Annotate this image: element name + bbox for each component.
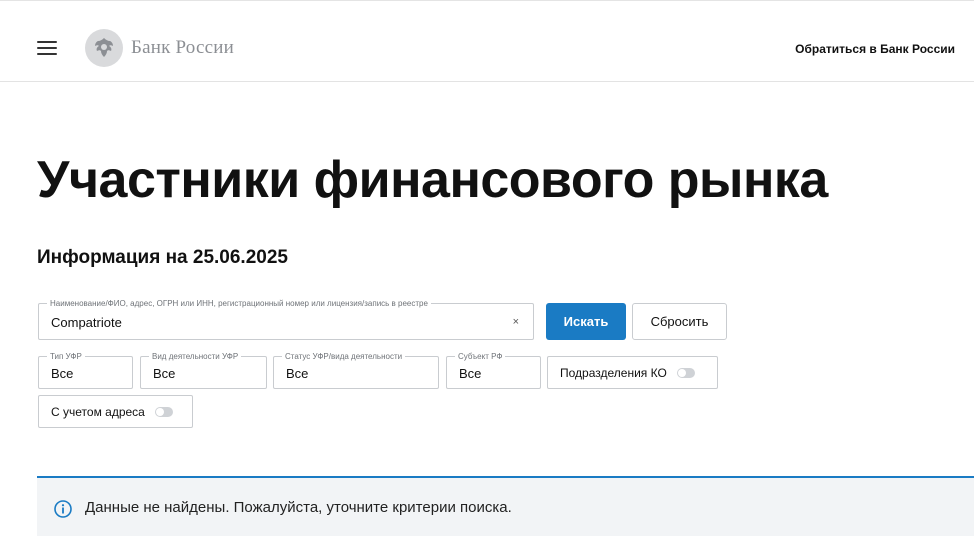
clear-icon[interactable]: × bbox=[513, 316, 519, 328]
page: Банк России Обратиться в Банк России Уча… bbox=[0, 0, 974, 543]
filter-ufr-type[interactable]: Тип УФР Все bbox=[38, 351, 133, 389]
search-input[interactable]: Наименование/ФИО, адрес, ОГРН или ИНН, р… bbox=[38, 298, 534, 340]
info-date-heading: Информация на 25.06.2025 bbox=[37, 247, 288, 268]
toggle-switch[interactable] bbox=[154, 406, 173, 417]
search-input-legend: Наименование/ФИО, адрес, ОГРН или ИНН, р… bbox=[47, 298, 431, 309]
search-button[interactable]: Искать bbox=[546, 303, 626, 340]
address-toggle-label: С учетом адреса bbox=[51, 404, 145, 419]
site-header: Банк России Обратиться в Банк России bbox=[0, 14, 974, 82]
filter-activity-type[interactable]: Вид деятельности УФР Все bbox=[140, 351, 267, 389]
filter-region[interactable]: Субъект РФ Все bbox=[446, 351, 541, 389]
no-results-notice: Данные не найдены. Пожалуйста, уточните … bbox=[37, 476, 974, 536]
filter-legend: Вид деятельности УФР bbox=[149, 351, 242, 362]
branches-toggle-label: Подразделения КО bbox=[560, 365, 667, 380]
filter-value: Все bbox=[153, 366, 176, 381]
bank-logo[interactable]: Банк России bbox=[85, 29, 234, 67]
filter-legend: Субъект РФ bbox=[455, 351, 506, 362]
filter-status[interactable]: Статус УФР/вида деятельности Все bbox=[273, 351, 439, 389]
info-icon bbox=[54, 500, 72, 518]
logo-text: Банк России bbox=[131, 37, 234, 58]
filter-value: Все bbox=[459, 366, 482, 381]
contact-bank-link[interactable]: Обратиться в Банк России bbox=[795, 42, 955, 56]
reset-button[interactable]: Сбросить bbox=[632, 303, 727, 340]
search-input-value: Compatriote bbox=[51, 315, 122, 330]
filter-legend: Тип УФР bbox=[47, 351, 85, 362]
notice-text: Данные не найдены. Пожалуйста, уточните … bbox=[85, 499, 512, 516]
branches-toggle[interactable]: Подразделения КО bbox=[547, 356, 718, 389]
address-toggle[interactable]: С учетом адреса bbox=[38, 395, 193, 428]
menu-icon[interactable] bbox=[37, 41, 57, 57]
filter-value: Все bbox=[51, 366, 74, 381]
filter-value: Все bbox=[286, 366, 309, 381]
eagle-emblem-icon bbox=[85, 29, 123, 67]
filter-legend: Статус УФР/вида деятельности bbox=[282, 351, 406, 362]
toggle-switch[interactable] bbox=[676, 367, 695, 378]
top-divider bbox=[0, 0, 974, 3]
page-title: Участники финансового рынка bbox=[37, 151, 828, 209]
